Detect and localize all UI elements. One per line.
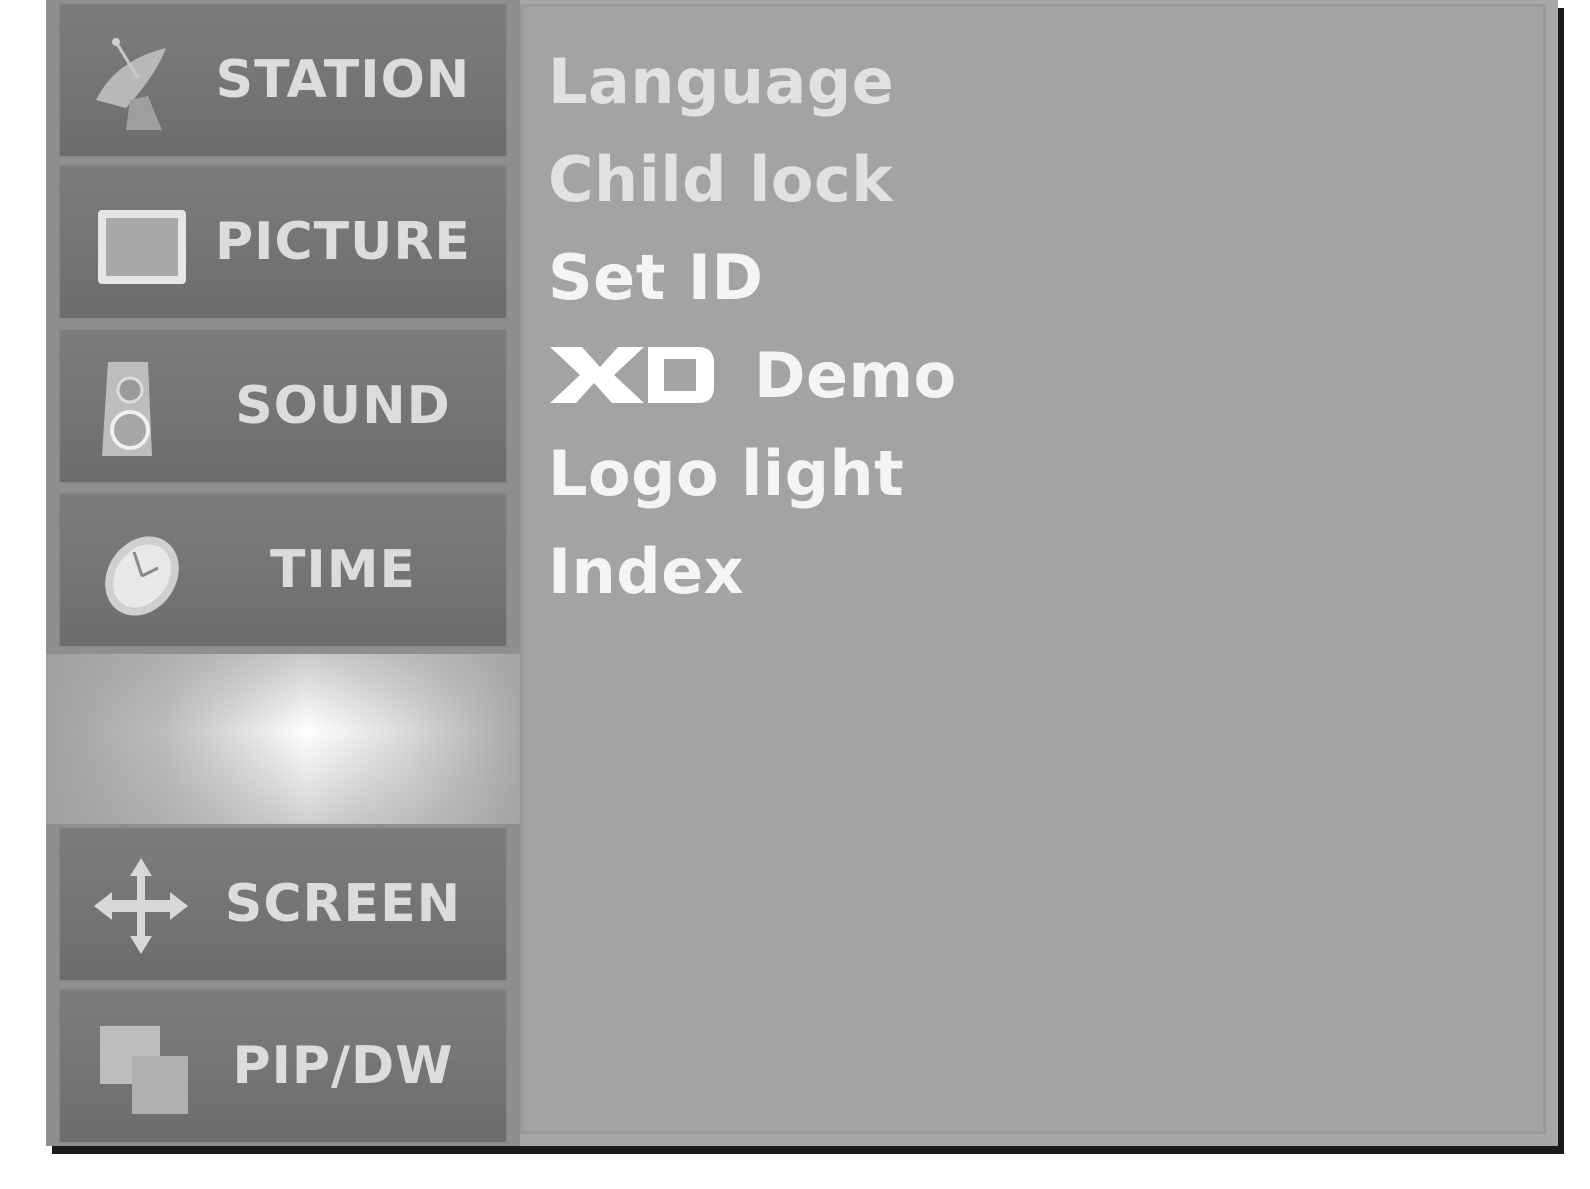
menu-item-label: PICTURE bbox=[215, 212, 471, 272]
option-label: Logo light bbox=[548, 436, 905, 510]
clock-icon bbox=[86, 520, 196, 624]
menu-item-screen[interactable]: SCREEN bbox=[58, 826, 508, 982]
menu-item-label: PIP/DW bbox=[232, 1036, 454, 1096]
menu-item-label: SCREEN bbox=[224, 874, 462, 934]
selected-highlight bbox=[46, 654, 520, 824]
menu-item-pip-dw[interactable]: PIP/DW bbox=[58, 988, 508, 1144]
menu-item-station[interactable]: STATION bbox=[58, 2, 508, 158]
option-child-lock[interactable]: Child lock bbox=[548, 130, 957, 228]
option-label: Index bbox=[548, 534, 745, 608]
xd-logo-icon bbox=[548, 345, 716, 405]
option-index[interactable]: Index bbox=[548, 522, 957, 620]
options-list: Language Child lock Set ID Demo Logo lig… bbox=[548, 32, 957, 620]
picture-frame-icon bbox=[86, 192, 196, 296]
option-label: Child lock bbox=[548, 142, 893, 216]
menu-item-sound[interactable]: SOUND bbox=[58, 328, 508, 484]
option-logo-light[interactable]: Logo light bbox=[548, 424, 957, 522]
option-label: Set ID bbox=[548, 240, 764, 314]
menu-item-time[interactable]: TIME bbox=[58, 492, 508, 648]
option-xd-demo[interactable]: Demo bbox=[548, 326, 957, 424]
menu-item-picture[interactable]: PICTURE bbox=[58, 164, 508, 320]
menu-item-label: STATION bbox=[215, 50, 471, 110]
osd-menu: STATION PICTURE SOUND TIME SCREEN PIP/DW… bbox=[46, 0, 1558, 1146]
satellite-dish-icon bbox=[86, 30, 196, 134]
option-language[interactable]: Language bbox=[548, 32, 957, 130]
menu-item-label: SOUND bbox=[235, 376, 451, 436]
move-arrows-icon bbox=[86, 854, 196, 958]
main-menu-sidebar: STATION PICTURE SOUND TIME SCREEN PIP/DW bbox=[46, 0, 520, 1146]
option-label: Demo bbox=[754, 338, 957, 412]
pip-windows-icon bbox=[86, 1016, 196, 1120]
speaker-icon bbox=[86, 356, 196, 460]
option-set-id[interactable]: Set ID bbox=[548, 228, 957, 326]
option-label: Language bbox=[548, 44, 895, 118]
menu-item-label: TIME bbox=[269, 540, 417, 600]
